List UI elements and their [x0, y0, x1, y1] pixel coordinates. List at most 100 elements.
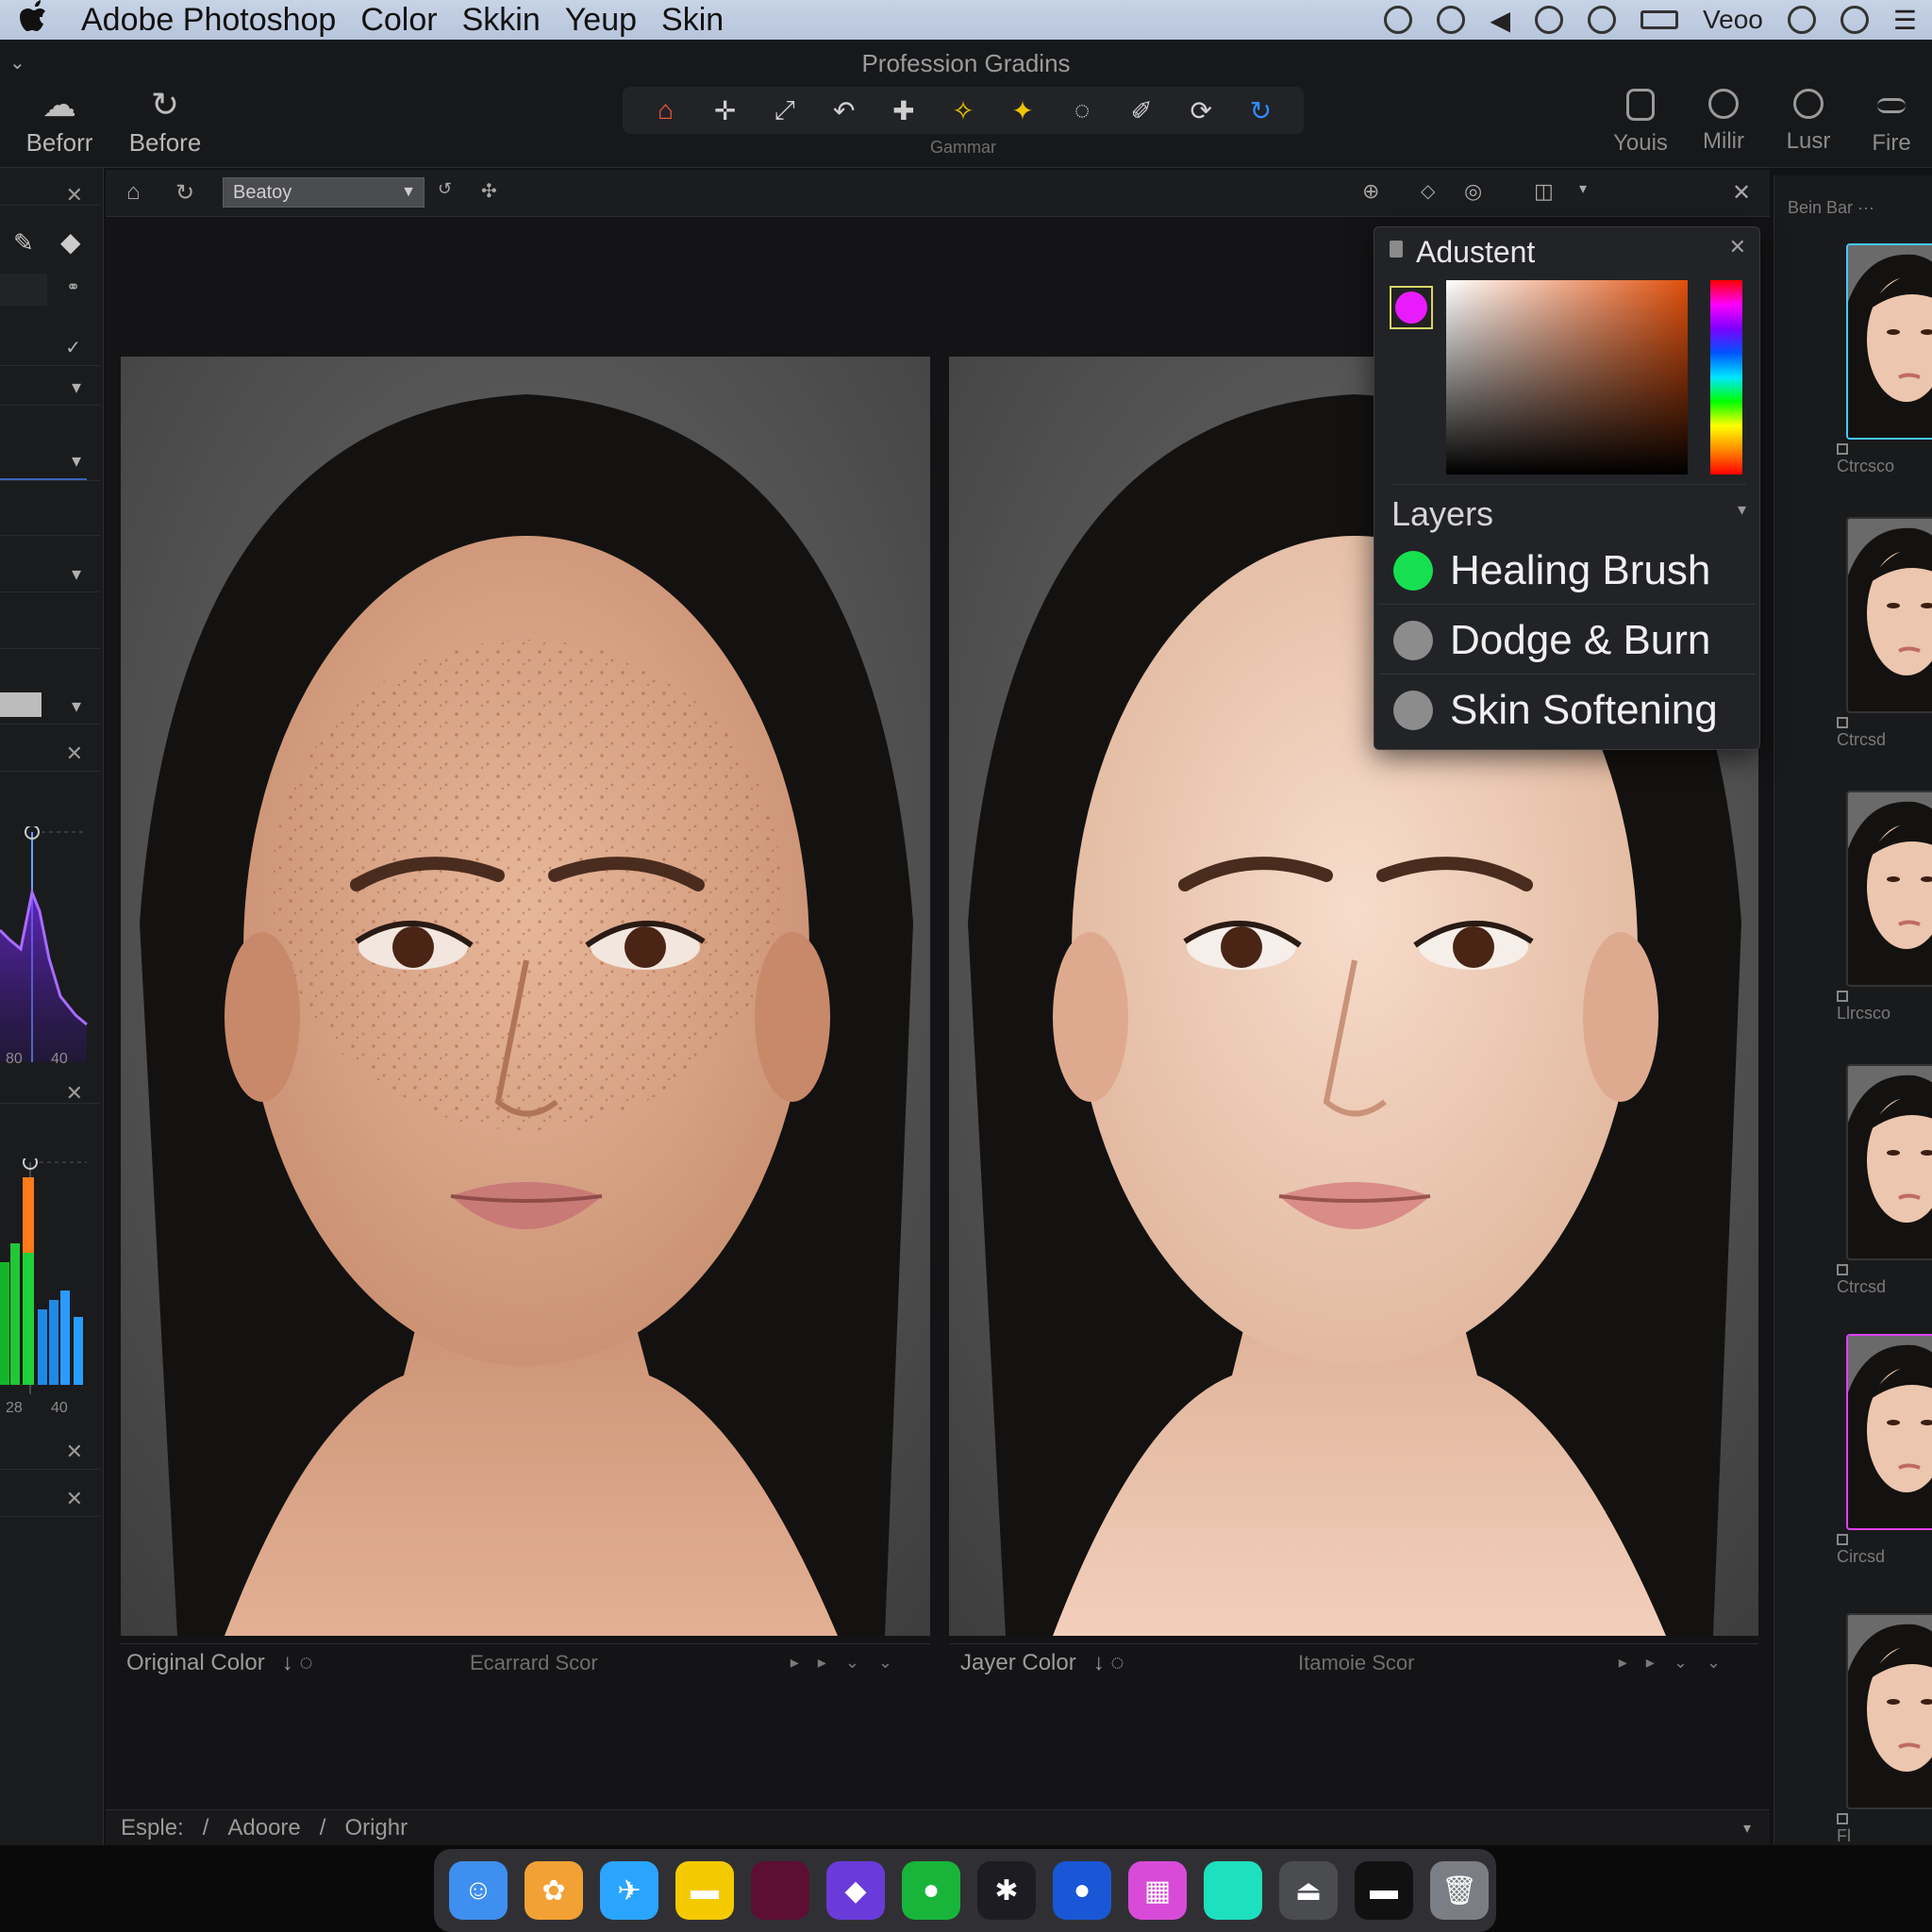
filmstrip-thumbnail[interactable]	[1846, 1334, 1932, 1530]
close-icon[interactable]: ✕	[66, 1081, 83, 1106]
trash-icon[interactable]: 🗑	[1430, 1861, 1489, 1920]
filmstrip-thumbnail[interactable]	[1846, 1064, 1932, 1260]
left-row-6[interactable]	[0, 611, 100, 649]
app-teal-icon[interactable]	[1204, 1861, 1262, 1920]
compare-icon[interactable]: ◫	[1534, 179, 1554, 204]
before-button-1[interactable]: ☁ Beforr	[8, 85, 111, 158]
minus-circle-icon	[1708, 89, 1739, 119]
filmstrip-thumbnail[interactable]	[1846, 791, 1932, 987]
target-icon[interactable]: ◎	[1464, 179, 1482, 204]
layers-header[interactable]: Layers ▾	[1391, 484, 1746, 534]
app-green-icon[interactable]: ●	[902, 1861, 960, 1920]
left-row-5[interactable]: ▾	[0, 555, 100, 592]
saturation-value-picker[interactable]	[1446, 280, 1688, 475]
layer-row-skin-softening[interactable]: Skin Softening	[1378, 676, 1756, 744]
caption-controls[interactable]: ▸▸⌄⌄	[1619, 1653, 1740, 1673]
eraser-icon[interactable]: ◆	[60, 226, 81, 258]
rotate-icon[interactable]: ↻	[175, 179, 194, 207]
chevron-down-icon[interactable]: ▾	[1579, 179, 1587, 198]
adjust-icon[interactable]: ✣	[481, 179, 497, 203]
undo-tool-icon[interactable]: ↶	[825, 92, 863, 129]
crosshair-icon[interactable]: ⊕	[1362, 179, 1379, 204]
close-icon[interactable]: ✕	[66, 1487, 83, 1511]
app-dark-icon[interactable]: ✱	[977, 1861, 1036, 1920]
brush-icon[interactable]: ✎	[13, 228, 34, 258]
patch-tool-icon[interactable]: ✦	[1004, 92, 1041, 129]
move-tool-icon[interactable]: ✛	[707, 92, 744, 129]
breadcrumb-item-2[interactable]: Adoore	[227, 1815, 300, 1841]
safari-icon[interactable]: ✈	[600, 1861, 658, 1920]
clock-icon[interactable]	[1787, 6, 1816, 34]
breadcrumb-item-3[interactable]: Orighr	[344, 1815, 408, 1841]
control-center-icon[interactable]	[1840, 6, 1869, 34]
layer-row-healing-brush[interactable]: Healing Brush	[1378, 537, 1756, 605]
refresh-tool-icon[interactable]: ↻	[1241, 92, 1279, 129]
menu-app-name[interactable]: Adobe Photoshop	[81, 2, 336, 39]
pen-tool-icon[interactable]: ✐	[1123, 92, 1160, 129]
milir-button[interactable]: Milir	[1683, 89, 1764, 155]
app-gray-icon[interactable]: ⏏	[1279, 1861, 1338, 1920]
status-icon-2[interactable]	[1437, 6, 1466, 34]
drop-icon[interactable]: ◇	[1421, 179, 1435, 203]
left-row-2[interactable]: ▾	[0, 368, 100, 406]
close-icon[interactable]: ✕	[66, 1440, 83, 1464]
menu-skin[interactable]: Skin	[661, 2, 724, 39]
finder-icon[interactable]: ☺	[449, 1861, 508, 1920]
color-swatch[interactable]	[1390, 286, 1433, 329]
home-tool-icon[interactable]: ⌂	[647, 92, 685, 129]
tool-strip-label: Gammar	[929, 138, 996, 157]
left-row-1[interactable]: ✓	[0, 328, 100, 366]
youis-button[interactable]: Youis	[1600, 89, 1681, 157]
filmstrip-thumbnail[interactable]	[1846, 517, 1932, 713]
menu-yeup[interactable]: Yeup	[565, 2, 637, 39]
caption-icon[interactable]: ↓ ◌	[1093, 1650, 1124, 1676]
breadcrumb-item-1[interactable]: Esple:	[121, 1815, 184, 1841]
left-field-1[interactable]	[0, 274, 47, 306]
left-row-7[interactable]: ▾	[0, 687, 100, 724]
caption-icon[interactable]: ↓ ◌	[282, 1650, 313, 1676]
fire-button[interactable]: Fire	[1851, 89, 1932, 157]
stamp-tool-icon[interactable]: ✚	[885, 92, 923, 129]
vpn-icon[interactable]	[1535, 6, 1564, 34]
filmstrip-thumbnail[interactable]	[1846, 243, 1932, 440]
layer-row-dodge-burn[interactable]: Dodge & Burn	[1378, 607, 1756, 675]
app-blue-icon[interactable]: ●	[1053, 1861, 1111, 1920]
status-text[interactable]: Veoo	[1703, 5, 1763, 35]
close-icon[interactable]: ✕	[66, 741, 83, 766]
home-icon[interactable]: ⌂	[126, 179, 141, 206]
close-icon[interactable]: ✕	[66, 183, 83, 208]
notes-icon[interactable]: ▬	[675, 1861, 734, 1920]
reset-icon[interactable]: ↺	[438, 179, 452, 199]
apple-menu-icon[interactable]	[19, 0, 60, 41]
close-icon[interactable]: ✕	[1732, 179, 1751, 207]
transform-tool-icon[interactable]: ⤢	[766, 92, 804, 129]
caption-controls[interactable]: ▸▸⌄⌄	[791, 1653, 911, 1673]
link-icon[interactable]: ⚭	[66, 277, 80, 297]
photo-original[interactable]	[121, 357, 930, 1636]
app-maroon-icon[interactable]	[751, 1861, 809, 1920]
app-purple-icon[interactable]: ◆	[826, 1861, 885, 1920]
battery-icon[interactable]	[1641, 10, 1679, 29]
left-row-3[interactable]: ▾	[0, 441, 100, 481]
app-colorful-icon[interactable]: ▦	[1128, 1861, 1187, 1920]
left-row-4[interactable]	[0, 498, 100, 536]
menu-color[interactable]: Color	[360, 2, 437, 39]
rotate-tool-icon[interactable]: ⟳	[1182, 92, 1220, 129]
before-button-2[interactable]: ↻ Before	[113, 85, 217, 158]
app-black-icon[interactable]: ▬	[1355, 1861, 1413, 1920]
menu-skkin[interactable]: Skkin	[462, 2, 541, 39]
chevron-down-icon[interactable]: ▾	[1743, 1819, 1751, 1838]
volume-icon[interactable]: ◀	[1490, 5, 1510, 36]
lusr-button[interactable]: Lusr	[1768, 89, 1849, 155]
close-icon[interactable]: ✕	[1729, 235, 1746, 259]
lock-icon	[1390, 241, 1403, 258]
hue-slider[interactable]	[1710, 280, 1742, 475]
filmstrip-thumbnail[interactable]	[1846, 1613, 1932, 1809]
lasso-tool-icon[interactable]: ◌	[1063, 92, 1101, 129]
menu-list-icon[interactable]: ☰	[1893, 5, 1917, 36]
photos-icon[interactable]: ✿	[525, 1861, 583, 1920]
status-icon-1[interactable]	[1384, 6, 1413, 34]
sync-icon[interactable]	[1588, 6, 1617, 34]
preset-select[interactable]: Beatoy ▼	[223, 177, 425, 208]
spot-heal-tool-icon[interactable]: ✧	[944, 92, 982, 129]
